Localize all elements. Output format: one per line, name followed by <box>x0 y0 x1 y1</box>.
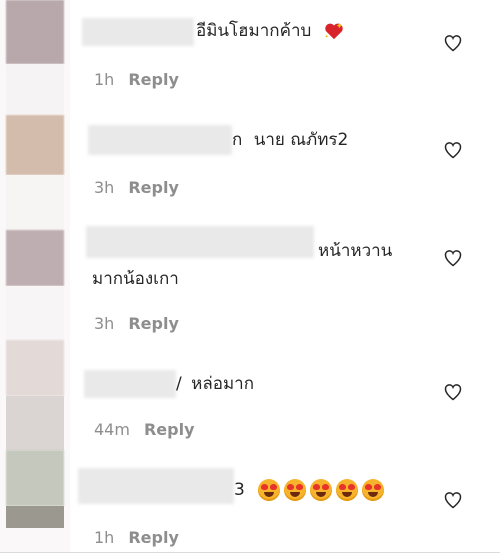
comment-text: อีมินโฮมากค้าบ <box>196 20 345 42</box>
sparkling-heart-icon <box>324 22 343 40</box>
comment-text: ก นาย ณภัทร2 <box>232 129 348 151</box>
comment-text-line1: หน้าหวาน <box>318 241 393 261</box>
heart-eyes-emoji <box>258 479 281 501</box>
heart-eyes-emoji <box>284 479 307 501</box>
reply-button[interactable]: Reply <box>128 70 179 89</box>
username-redacted[interactable] <box>88 125 232 155</box>
reply-button[interactable]: Reply <box>128 528 179 547</box>
heart-outline-icon[interactable] <box>443 382 463 402</box>
comment-text: 3 <box>234 479 388 501</box>
comment-item: อีมินโฮมากค้าบ 1h Reply <box>0 0 500 110</box>
comment-prefix: / <box>176 374 182 394</box>
comment-text-line2: มากน้องเกา <box>92 269 179 289</box>
comment-item: ก นาย ณภัทร2 3h Reply <box>0 110 500 220</box>
reply-button[interactable]: Reply <box>128 178 179 197</box>
comment-meta: 1h Reply <box>94 70 179 89</box>
heart-outline-icon[interactable] <box>443 140 463 160</box>
comment-body: นาย ณภัทร2 <box>253 130 349 150</box>
comment-body: หล่อมาก <box>191 374 255 394</box>
heart-eyes-emoji <box>362 479 385 501</box>
reply-button[interactable]: Reply <box>128 314 179 333</box>
heart-eyes-emoji <box>310 479 333 501</box>
emoji-row <box>258 479 388 501</box>
timestamp: 3h <box>94 314 115 333</box>
username-redacted[interactable] <box>84 370 176 398</box>
comment-item: 3 1h Reply <box>0 460 500 558</box>
comment-meta: 44m Reply <box>94 420 195 439</box>
comment-item: / หล่อมาก 44m Reply <box>0 350 500 460</box>
heart-outline-icon[interactable] <box>443 248 463 268</box>
comment-item: หน้าหวาน มากน้องเกา 3h Reply <box>0 220 500 340</box>
comment-text: / หล่อมาก <box>176 373 254 395</box>
username-redacted[interactable] <box>86 226 314 258</box>
timestamp: 1h <box>94 528 115 547</box>
comment-body: อีมินโฮมากค้าบ <box>196 21 312 41</box>
username-redacted[interactable] <box>78 468 234 504</box>
comment-meta: 3h Reply <box>94 314 179 333</box>
username-redacted[interactable] <box>82 18 194 46</box>
comment-meta: 1h Reply <box>94 528 179 547</box>
comment-prefix: ก <box>232 130 243 150</box>
comment-prefix: 3 <box>234 480 245 500</box>
comment-meta: 3h Reply <box>94 178 179 197</box>
timestamp: 44m <box>94 420 130 439</box>
timestamp: 1h <box>94 70 115 89</box>
timestamp: 3h <box>94 178 115 197</box>
heart-eyes-emoji <box>336 479 359 501</box>
reply-button[interactable]: Reply <box>144 420 195 439</box>
heart-outline-icon[interactable] <box>443 33 463 53</box>
heart-outline-icon[interactable] <box>443 490 463 510</box>
